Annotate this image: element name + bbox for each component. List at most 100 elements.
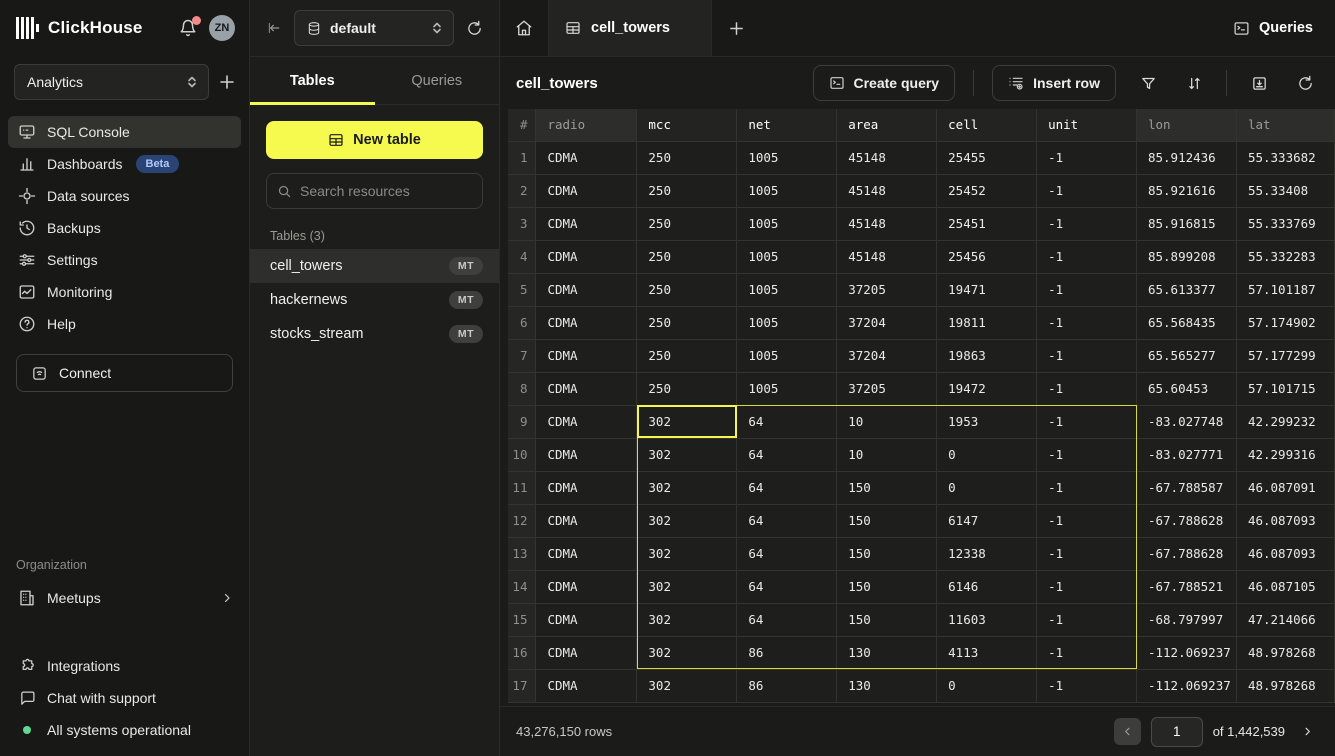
cell[interactable]: 1005 <box>737 207 837 240</box>
cell[interactable]: 19472 <box>937 372 1037 405</box>
cell[interactable]: CDMA <box>536 669 637 702</box>
cell[interactable]: 57.101715 <box>1236 372 1334 405</box>
cell[interactable]: CDMA <box>536 174 637 207</box>
sidebar-item-dashboards[interactable]: Dashboards Beta <box>8 148 241 180</box>
cell[interactable]: 250 <box>637 174 737 207</box>
sidebar-item-monitoring[interactable]: Monitoring <box>8 276 241 308</box>
cell[interactable]: CDMA <box>536 306 637 339</box>
row-number[interactable]: 16 <box>508 636 536 669</box>
queries-button[interactable]: Queries <box>1211 0 1335 56</box>
cell[interactable]: 37204 <box>837 339 937 372</box>
cell[interactable]: 85.899208 <box>1136 240 1236 273</box>
table-item-hackernews[interactable]: hackernews MT <box>250 283 499 317</box>
cell[interactable]: 4113 <box>937 636 1037 669</box>
cell[interactable]: CDMA <box>536 405 637 438</box>
column-header-net[interactable]: net <box>737 109 837 141</box>
sidebar-item-settings[interactable]: Settings <box>8 244 241 276</box>
cell[interactable]: 57.177299 <box>1236 339 1334 372</box>
cell[interactable]: 57.174902 <box>1236 306 1334 339</box>
cell[interactable]: 85.921616 <box>1136 174 1236 207</box>
refresh-tables-icon[interactable] <box>466 20 483 37</box>
tab-tables[interactable]: Tables <box>250 57 375 104</box>
cell[interactable]: CDMA <box>536 240 637 273</box>
page-number-input[interactable] <box>1151 717 1203 747</box>
cell[interactable]: -67.788628 <box>1136 504 1236 537</box>
column-header-area[interactable]: area <box>837 109 937 141</box>
cell[interactable]: -1 <box>1037 537 1137 570</box>
cell[interactable]: 45148 <box>837 141 937 174</box>
cell[interactable]: -1 <box>1037 570 1137 603</box>
row-number[interactable]: 9 <box>508 405 536 438</box>
cell[interactable]: 86 <box>737 669 837 702</box>
cell[interactable]: 1005 <box>737 339 837 372</box>
cell[interactable]: CDMA <box>536 504 637 537</box>
add-workspace-button[interactable] <box>219 74 235 90</box>
row-number[interactable]: 7 <box>508 339 536 372</box>
cell[interactable]: 42.299316 <box>1236 438 1334 471</box>
cell[interactable]: CDMA <box>536 273 637 306</box>
cell[interactable]: -67.788587 <box>1136 471 1236 504</box>
cell[interactable]: -83.027748 <box>1136 405 1236 438</box>
cell[interactable]: 10 <box>837 405 937 438</box>
cell[interactable]: 46.087093 <box>1236 537 1334 570</box>
cell[interactable]: 46.087093 <box>1236 504 1334 537</box>
row-number[interactable]: 13 <box>508 537 536 570</box>
cell[interactable]: -1 <box>1037 603 1137 636</box>
cell[interactable]: CDMA <box>536 339 637 372</box>
sidebar-item-sql-console[interactable]: SQL Console <box>8 116 241 148</box>
cell[interactable]: 19811 <box>937 306 1037 339</box>
cell[interactable]: 19471 <box>937 273 1037 306</box>
cell[interactable]: 47.214066 <box>1236 603 1334 636</box>
cell[interactable]: 37205 <box>837 273 937 306</box>
cell[interactable]: 250 <box>637 240 737 273</box>
cell[interactable]: -83.027771 <box>1136 438 1236 471</box>
sidebar-item-backups[interactable]: Backups <box>8 212 241 244</box>
prev-page-button[interactable] <box>1114 718 1141 745</box>
cell[interactable]: 37204 <box>837 306 937 339</box>
avatar[interactable]: ZN <box>209 15 235 41</box>
cell[interactable]: 1953 <box>937 405 1037 438</box>
column-header-lon[interactable]: lon <box>1136 109 1236 141</box>
cell[interactable]: CDMA <box>536 471 637 504</box>
cell[interactable]: 302 <box>637 471 737 504</box>
workspace-selector[interactable]: Analytics <box>14 64 209 100</box>
sort-button[interactable] <box>1180 69 1208 97</box>
cell[interactable]: 64 <box>737 603 837 636</box>
cell[interactable]: 250 <box>637 306 737 339</box>
cell[interactable]: 302 <box>637 669 737 702</box>
cell[interactable]: CDMA <box>536 207 637 240</box>
cell[interactable]: 250 <box>637 273 737 306</box>
cell[interactable]: CDMA <box>536 636 637 669</box>
cell[interactable]: 302 <box>637 603 737 636</box>
cell[interactable]: 25451 <box>937 207 1037 240</box>
sidebar-item-data-sources[interactable]: Data sources <box>8 180 241 212</box>
cell[interactable]: 64 <box>737 471 837 504</box>
cell[interactable]: 19863 <box>937 339 1037 372</box>
row-number[interactable]: 15 <box>508 603 536 636</box>
column-header-mcc[interactable]: mcc <box>637 109 737 141</box>
cell[interactable]: 302 <box>637 405 737 438</box>
tab-cell-towers[interactable]: cell_towers <box>548 0 712 56</box>
cell[interactable]: -1 <box>1037 471 1137 504</box>
cell[interactable]: 55.333769 <box>1236 207 1334 240</box>
cell[interactable]: 1005 <box>737 240 837 273</box>
cell[interactable]: 64 <box>737 405 837 438</box>
cell[interactable]: 6146 <box>937 570 1037 603</box>
cell[interactable]: 130 <box>837 669 937 702</box>
cell[interactable]: 45148 <box>837 240 937 273</box>
tab-queries[interactable]: Queries <box>375 57 500 104</box>
cell[interactable]: 65.613377 <box>1136 273 1236 306</box>
cell[interactable]: -1 <box>1037 504 1137 537</box>
next-page-button[interactable] <box>1295 720 1319 744</box>
cell[interactable]: 302 <box>637 636 737 669</box>
table-item-stocks-stream[interactable]: stocks_stream MT <box>250 317 499 351</box>
cell[interactable]: CDMA <box>536 141 637 174</box>
cell[interactable]: 25452 <box>937 174 1037 207</box>
cell[interactable]: -1 <box>1037 306 1137 339</box>
cell[interactable]: -67.788521 <box>1136 570 1236 603</box>
sidebar-item-help[interactable]: Help <box>8 308 241 340</box>
cell[interactable]: 55.332283 <box>1236 240 1334 273</box>
cell[interactable]: CDMA <box>536 372 637 405</box>
cell[interactable]: 6147 <box>937 504 1037 537</box>
row-number[interactable]: 11 <box>508 471 536 504</box>
